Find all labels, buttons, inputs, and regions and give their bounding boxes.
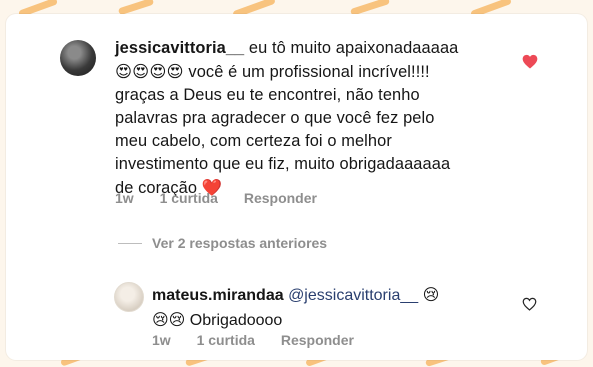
reply-meta: 1w 1 curtida Responder (152, 332, 376, 348)
view-replies-button[interactable]: Ver 2 respostas anteriores (118, 235, 327, 251)
comment-time: 1w (115, 190, 134, 206)
view-replies-label: Ver 2 respostas anteriores (152, 235, 328, 251)
reply-time: 1w (152, 332, 171, 348)
crying-emoji: 😢😢 (152, 310, 186, 329)
reply-username[interactable]: mateus.mirandaa (152, 287, 284, 304)
reply-body: mateus.mirandaa @jessicavittoria__ 😢 😢😢 … (152, 283, 532, 333)
comment-body: jessicavittoria__ eu tô muito apaixonada… (115, 37, 515, 200)
heart-eyes-emoji: 😍😍😍😍 (115, 62, 184, 81)
comment-line: meu cabelo, com certeza foi o melhor (115, 132, 392, 150)
comment-username[interactable]: jessicavittoria__ (115, 39, 244, 57)
comment-text: eu tô muito apaixonadaaaaa (244, 39, 459, 57)
liked-heart-icon[interactable] (522, 54, 538, 69)
reply-avatar[interactable] (114, 282, 144, 312)
comment-text: você é um profissional incrível!!!! (183, 63, 430, 81)
reply-mention[interactable]: @jessicavittoria__ (288, 287, 418, 304)
heart-outline-icon[interactable] (522, 297, 537, 311)
reply-line: 😢😢 Obrigadoooo (152, 308, 532, 333)
avatar[interactable] (60, 40, 96, 76)
reply-text: Obrigadoooo (185, 312, 283, 329)
reply-line: mateus.mirandaa @jessicavittoria__ 😢 (152, 283, 532, 308)
comment-likes[interactable]: 1 curtida (160, 190, 218, 206)
comment-line: graças a Deus eu te encontrei, não tenho (115, 86, 420, 104)
comment-meta: 1w 1 curtida Responder (115, 190, 339, 206)
crying-emoji: 😢 (422, 285, 440, 304)
reply-likes[interactable]: 1 curtida (197, 332, 255, 348)
reply-button[interactable]: Responder (244, 190, 317, 206)
comment-line: 😍😍😍😍 você é um profissional incrível!!!! (115, 60, 515, 84)
comment-line: investimento que eu fiz, muito obrigadaa… (115, 155, 451, 173)
reply-reply-button[interactable]: Responder (281, 332, 354, 348)
divider-line (118, 242, 142, 244)
comment-line: palavras pra agradecer o que você fez pe… (115, 109, 435, 127)
comment-line: jessicavittoria__ eu tô muito apaixonada… (115, 37, 515, 60)
